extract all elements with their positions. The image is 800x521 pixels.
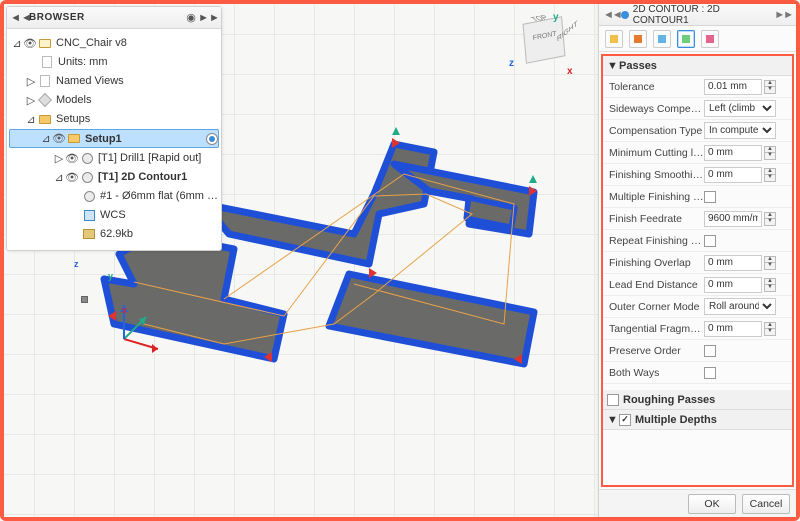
tab-passes[interactable] [677, 30, 695, 48]
prop-fin-feed: Finish Feedrate ▲▼ [603, 208, 792, 230]
browser-header: ◄◄ BROWSER ◉ ►► [7, 7, 221, 29]
origin-triad[interactable]: x y z [84, 299, 164, 382]
panel-tabs [599, 26, 796, 52]
browser-next-icon[interactable]: ►► [201, 10, 217, 26]
prop-both-ways: Both Ways [603, 362, 792, 384]
finover-input[interactable] [704, 255, 762, 271]
bothways-checkbox[interactable] [704, 367, 716, 379]
panel-next-icon[interactable]: ►► [774, 9, 792, 21]
viewcube[interactable]: FRONT TOP RIGHT x y z [517, 20, 571, 74]
panel-indicator-icon [621, 11, 629, 19]
spin-down-icon[interactable]: ▼ [764, 87, 776, 94]
panel-title: 2D CONTOUR : 2D CONTOUR1 [633, 4, 774, 26]
inspector-panel: ◄◄ 2D CONTOUR : 2D CONTOUR1 ►► ▼Passes T… [598, 4, 796, 517]
browser-settings-icon[interactable]: ◉ [183, 10, 199, 26]
tolerance-input[interactable] [704, 79, 762, 95]
prop-lead-end: Lead End Distance ▲▼ [603, 274, 792, 296]
browser-panel: ◄◄ BROWSER ◉ ►► ⊿👁 CNC_Chair v8 Units: m… [6, 6, 222, 251]
tree-setup1[interactable]: ⊿👁 Setup1 [9, 129, 219, 148]
tree-op-contour[interactable]: ⊿👁 [T1] 2D Contour1 [9, 168, 219, 186]
comptype-select[interactable]: In computer [704, 122, 776, 139]
tree-named-views[interactable]: ▷Named Views [9, 72, 219, 90]
finfeed-input[interactable] [704, 211, 762, 227]
panel-buttons: OK Cancel [599, 489, 796, 517]
prop-corner-mode: Outer Corner Mode Roll around… [603, 296, 792, 318]
section-passes[interactable]: ▼Passes [603, 56, 792, 76]
finsmooth-input[interactable] [704, 167, 762, 183]
tab-heights[interactable] [653, 30, 671, 48]
sideways-select[interactable]: Left (climb … [704, 100, 776, 117]
section-multidepth[interactable]: ▼ Multiple Depths [603, 410, 792, 430]
browser-prev-icon[interactable]: ◄◄ [13, 10, 29, 26]
tree-wcs[interactable]: WCS [9, 206, 219, 224]
multifin-checkbox[interactable] [704, 191, 716, 203]
panel-header: ◄◄ 2D CONTOUR : 2D CONTOUR1 ►► [599, 4, 796, 26]
roughing-checkbox[interactable] [607, 394, 619, 406]
tab-linking[interactable] [701, 30, 719, 48]
repfin-checkbox[interactable] [704, 235, 716, 247]
tree-units[interactable]: Units: mm [9, 53, 219, 71]
preserve-checkbox[interactable] [704, 345, 716, 357]
tree-op-drill[interactable]: ▷👁 [T1] Drill1 [Rapid out] [9, 149, 219, 167]
setup-active-icon[interactable] [206, 133, 218, 145]
section-roughing[interactable]: Roughing Passes [603, 390, 792, 410]
tab-geometry[interactable] [629, 30, 647, 48]
leadend-input[interactable] [704, 277, 762, 293]
tree-setups[interactable]: ⊿Setups [9, 110, 219, 128]
corner-select[interactable]: Roll around… [704, 298, 776, 315]
prop-sideways-comp: Sideways Compens… Left (climb … [603, 98, 792, 120]
tab-tool[interactable] [605, 30, 623, 48]
prop-tangent: Tangential Fragme… ▲▼ [603, 318, 792, 340]
prop-comp-type: Compensation Type In computer [603, 120, 792, 142]
panel-body-highlight: ▼Passes Tolerance ▲▼ Sideways Compens… L… [601, 54, 794, 487]
browser-tree: ⊿👁 CNC_Chair v8 Units: mm ▷Named Views ▷… [7, 29, 221, 250]
prop-multi-fin: Multiple Finishing … [603, 186, 792, 208]
tree-models[interactable]: ▷Models [9, 91, 219, 109]
prop-preserve: Preserve Order [603, 340, 792, 362]
browser-title: BROWSER [29, 12, 181, 23]
tangent-input[interactable] [704, 321, 762, 337]
tree-stats[interactable]: 62.9kb [9, 225, 219, 243]
panel-prev-icon[interactable]: ◄◄ [603, 9, 621, 21]
prop-fin-overlap: Finishing Overlap ▲▼ [603, 252, 792, 274]
tree-root[interactable]: ⊿👁 CNC_Chair v8 [9, 34, 219, 52]
multidepth-checkbox[interactable] [619, 414, 631, 426]
ok-button[interactable]: OK [688, 494, 736, 514]
prop-fin-smooth: Finishing Smoothin… ▲▼ [603, 164, 792, 186]
cancel-button[interactable]: Cancel [742, 494, 790, 514]
prop-rep-fin: Repeat Finishing P… [603, 230, 792, 252]
prop-min-cut: Minimum Cutting l… ▲▼ [603, 142, 792, 164]
tree-tool[interactable]: #1 - Ø6mm flat (6mm 2-f… [9, 187, 219, 205]
mincut-input[interactable] [704, 145, 762, 161]
prop-tolerance: Tolerance ▲▼ [603, 76, 792, 98]
